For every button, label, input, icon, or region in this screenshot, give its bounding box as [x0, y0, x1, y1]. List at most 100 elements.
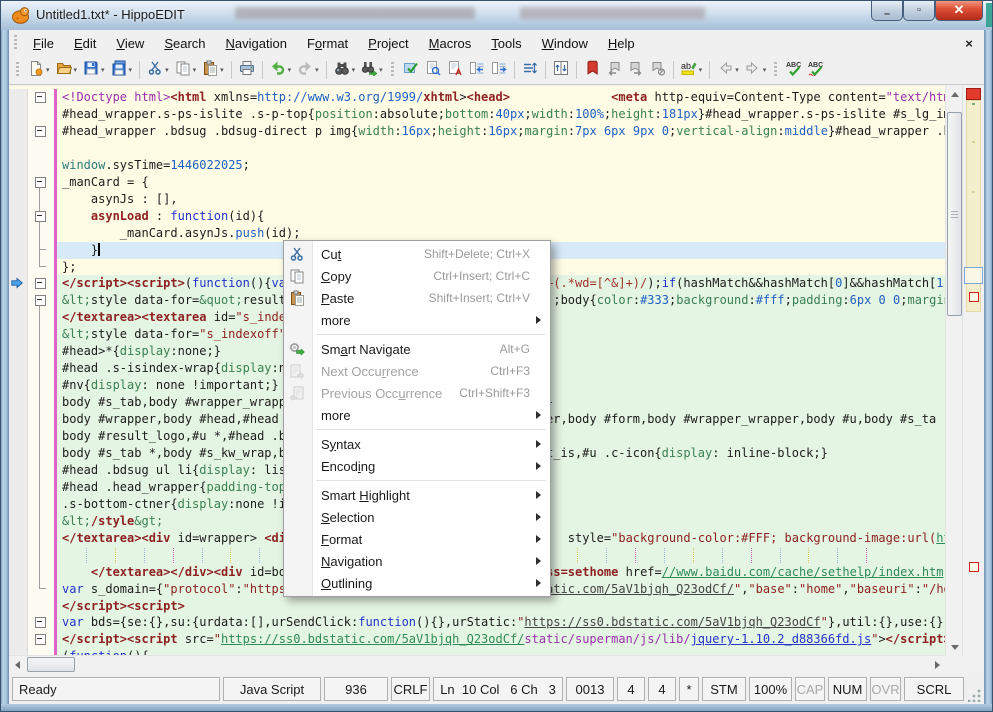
horizontal-scrollbar[interactable] [9, 655, 946, 673]
menu-tools[interactable]: Tools [481, 32, 531, 55]
dropdown-caret-icon[interactable]: ▾ [193, 66, 197, 74]
code-line-text[interactable]: #head_wrapper .bdsug .bdsug-direct p img… [57, 123, 946, 140]
title-bar[interactable]: Untitled1.txt* - HippoEDIT – ▫ ✕ [0, 0, 993, 31]
scroll-left-arrow[interactable] [9, 656, 26, 673]
context-menu-item-copy[interactable]: CopyCtrl+Insert; Ctrl+C [284, 265, 550, 287]
scroll-up-arrow[interactable] [946, 86, 963, 103]
dropdown-caret-icon[interactable]: ▾ [699, 66, 703, 74]
fold-margin[interactable] [28, 292, 54, 309]
toolbar-indent-button[interactable] [488, 57, 510, 83]
toolbar-sort-button[interactable] [519, 57, 541, 83]
menu-file[interactable]: File [23, 32, 64, 55]
toolbar-highlight-button[interactable]: ab▾ [678, 57, 706, 83]
menu-format[interactable]: Format [297, 32, 358, 55]
context-menu-item-encoding[interactable]: Encoding [284, 455, 550, 477]
dropdown-caret-icon[interactable]: ▾ [165, 66, 169, 74]
dropdown-caret-icon[interactable]: ▾ [74, 66, 78, 74]
code-line[interactable]: <!Doctype html><html xmlns=http://www.w3… [9, 89, 946, 106]
toolbar-redo-button[interactable]: ▾ [294, 57, 322, 83]
status-modified-flag[interactable]: * [679, 677, 699, 701]
toolbar-cut-button[interactable]: ▾ [144, 57, 172, 83]
status-indent-size[interactable]: 4 [648, 677, 676, 701]
code-line-text[interactable]: #head_wrapper.s-ps-islite .s-p-top{posit… [57, 106, 946, 123]
code-line[interactable]: asynJs : [], [9, 191, 946, 208]
toolbar-bookmark-prev-button[interactable] [603, 57, 625, 83]
code-line[interactable]: #head_wrapper .bdsug .bdsug-direct p img… [9, 123, 946, 140]
context-menu-item-smart-navigate[interactable]: Smart NavigateAlt+G [284, 338, 550, 360]
dropdown-caret-icon[interactable]: ▾ [379, 66, 383, 74]
toolbar-open-folder-button[interactable]: ▾ [53, 57, 81, 83]
status-caret-position[interactable]: Ln 10 Col 6 Ch 3 [433, 677, 563, 701]
dropdown-caret-icon[interactable]: ▾ [315, 66, 319, 74]
code-line[interactable]: asynLoad : function(id){ [9, 208, 946, 225]
context-menu-item-more[interactable]: more [284, 309, 550, 331]
menu-project[interactable]: Project [358, 32, 418, 55]
menu-macros[interactable]: Macros [419, 32, 482, 55]
menu-view[interactable]: View [106, 32, 154, 55]
minimize-button[interactable]: – [871, 0, 903, 21]
toolbar-grip-handle[interactable] [774, 62, 777, 78]
toolbar-split-button[interactable] [550, 57, 572, 83]
code-line-text[interactable]: </script><script src="https://ss0.bdstat… [57, 631, 946, 648]
code-line-text[interactable]: asynLoad : function(id){ [57, 208, 946, 225]
toolbar-spell-auto-button[interactable]: ABC [805, 57, 827, 83]
context-menu-item-cut[interactable]: CutShift+Delete; Ctrl+X [284, 243, 550, 265]
context-menu-item-outlining[interactable]: Outlining [284, 572, 550, 594]
status-overwrite-mode[interactable]: OVR [870, 677, 901, 701]
dropdown-caret-icon[interactable]: ▾ [129, 66, 133, 74]
toolbar-bookmark-next-button[interactable] [625, 57, 647, 83]
close-button[interactable]: ✕ [935, 0, 983, 21]
context-menu-item-navigation[interactable]: Navigation [284, 550, 550, 572]
toolbar-forward-button[interactable]: ▾ [742, 57, 770, 83]
context-menu-item-more[interactable]: more [284, 404, 550, 426]
code-line-text[interactable] [57, 140, 946, 157]
code-line[interactable]: </script><script> [9, 598, 946, 615]
code-line-text[interactable]: _manCard = { [57, 174, 946, 191]
horizontal-scrollbar-thumb[interactable] [27, 657, 75, 672]
menu-navigation[interactable]: Navigation [216, 32, 297, 55]
menu-window[interactable]: Window [532, 32, 598, 55]
dropdown-caret-icon[interactable]: ▾ [46, 66, 50, 74]
code-line[interactable]: window.sysTime=1446022025; [9, 157, 946, 174]
dropdown-caret-icon[interactable]: ▾ [763, 66, 767, 74]
toolbar-grip-handle[interactable] [391, 62, 394, 78]
context-menu-item-selection[interactable]: Selection [284, 506, 550, 528]
context-menu-item-smart-highlight[interactable]: Smart Highlight [284, 484, 550, 506]
menu-help[interactable]: Help [598, 32, 645, 55]
status-tab-size[interactable]: 4 [617, 677, 645, 701]
close-document-icon[interactable]: × [960, 34, 978, 52]
code-line[interactable]: #head_wrapper.s-ps-islite .s-p-top{posit… [9, 106, 946, 123]
status-line-ending[interactable]: CRLF [391, 677, 430, 701]
scroll-right-arrow[interactable] [929, 656, 946, 673]
code-line-text[interactable]: window.sysTime=1446022025; [57, 157, 946, 174]
toolbar-back-button[interactable]: ▾ [714, 57, 742, 83]
fold-margin[interactable] [28, 208, 54, 225]
code-line-text[interactable]: <!Doctype html><html xmlns=http://www.w3… [57, 89, 946, 106]
maximize-button[interactable]: ▫ [903, 0, 935, 21]
document-marker-map[interactable] [962, 86, 984, 656]
code-line[interactable] [9, 140, 946, 157]
toolbar-bookmark-clear-button[interactable] [647, 57, 669, 83]
toolbar-spell-check-button[interactable]: ABC [783, 57, 805, 83]
status-zoom-level[interactable]: 100% [749, 677, 792, 701]
menu-search[interactable]: Search [154, 32, 215, 55]
toolbar-save-all-button[interactable]: ▾ [108, 57, 136, 83]
status-encoding[interactable]: 936 [324, 677, 388, 701]
resize-grip[interactable] [968, 688, 982, 702]
toolbar-find-button[interactable]: ▾ [331, 57, 359, 83]
toolbar-bookmark-button[interactable] [581, 57, 603, 83]
toolbar-new-file-button[interactable]: ▾ [25, 57, 53, 83]
context-menu-item-format[interactable]: Format [284, 528, 550, 550]
code-line-text[interactable]: asynJs : [], [57, 191, 946, 208]
vertical-scrollbar[interactable] [945, 86, 963, 656]
dropdown-caret-icon[interactable]: ▾ [288, 66, 292, 74]
toolbar-find-in-files-button[interactable] [422, 57, 444, 83]
dropdown-caret-icon[interactable]: ▾ [220, 66, 224, 74]
dropdown-caret-icon[interactable]: ▾ [352, 66, 356, 74]
code-line[interactable]: </script><script src="https://ss0.bdstat… [9, 631, 946, 648]
status-scroll-lock[interactable]: SCRL [904, 677, 964, 701]
toolbar-copy-button[interactable]: ▾ [172, 57, 200, 83]
fold-margin[interactable] [28, 631, 54, 648]
dropdown-caret-icon[interactable]: ▾ [735, 66, 739, 74]
toolbar-find-next-button[interactable]: ▾ [358, 57, 386, 83]
